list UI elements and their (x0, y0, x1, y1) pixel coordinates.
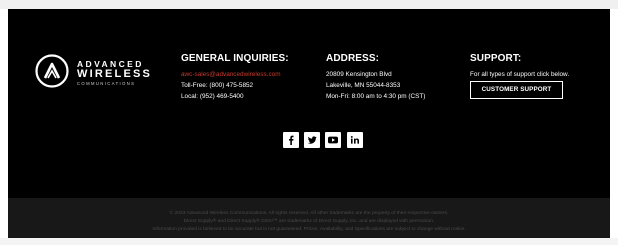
logo-text-wireless: WIRELESS (77, 68, 153, 80)
general-inquiries-title: GENERAL INQUIRIES: (181, 53, 289, 64)
logo-text-communications: COMMUNICATIONS (77, 81, 136, 86)
disclaimer-text: Information provided is believed to be a… (152, 227, 466, 232)
address-street: 20809 Kensington Blvd (326, 71, 392, 78)
support-title: SUPPORT: (470, 53, 522, 64)
twitter-icon (307, 136, 317, 144)
linkedin-link[interactable] (347, 132, 363, 148)
twitter-link[interactable] (304, 132, 320, 148)
support-description: For all types of support click below. (470, 71, 570, 78)
address-title: ADDRESS: (326, 53, 380, 64)
local-phone[interactable]: Local: (952) 469-5400 (181, 91, 289, 102)
facebook-link[interactable] (283, 132, 299, 148)
footer-legal-bar (8, 198, 610, 238)
youtube-icon (328, 136, 338, 144)
business-hours: Mon-Fri: 8:00 am to 4:30 pm (CST) (326, 93, 426, 100)
page-bottom-strip (0, 238, 618, 245)
linkedin-icon (350, 135, 359, 144)
footer-main (8, 9, 610, 198)
customer-support-button[interactable]: CUSTOMER SUPPORT (470, 81, 563, 99)
company-logo[interactable]: ADVANCED WIRELESS COMMUNICATIONS (35, 54, 150, 90)
logo-icon (35, 54, 69, 88)
facebook-icon (289, 135, 294, 145)
address-section: ADDRESS: 20809 Kensington Blvd Lakeville… (326, 53, 425, 102)
address-city: Lakeville, MN 55044-8353 (326, 82, 401, 89)
tollfree-phone[interactable]: Toll-Free: (800) 475-5852 (181, 80, 289, 91)
general-inquiries-section: GENERAL INQUIRIES: awc-sales@advancedwir… (181, 53, 289, 102)
page-top-strip (0, 0, 618, 9)
trademark-text: Direct Supply® and Direct Supply® DSSI™ … (183, 219, 435, 224)
copyright-text: © 2023 Advanced Wireless Communications.… (169, 211, 449, 216)
sales-email-link[interactable]: awc-sales@advancedwireless.com (181, 69, 289, 80)
support-section: SUPPORT: For all types of support click … (470, 53, 569, 80)
page-right-strip (610, 9, 618, 238)
youtube-link[interactable] (325, 132, 341, 148)
